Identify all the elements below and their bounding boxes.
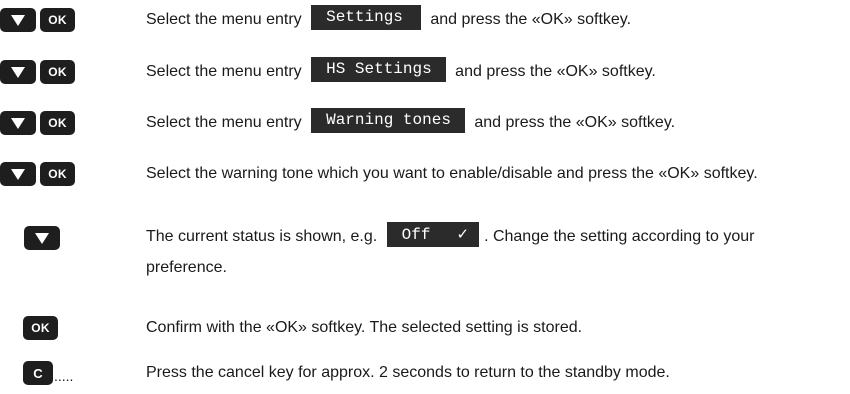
down-arrow-icon bbox=[11, 168, 25, 180]
step-text-after: and press the «OK» softkey. bbox=[474, 114, 676, 131]
down-key[interactable] bbox=[0, 162, 36, 186]
step-text-before: Select the menu entry bbox=[146, 11, 302, 28]
display-setting-value: Off bbox=[401, 226, 431, 245]
step-text: The current status is shown, e.g. Off ✓. … bbox=[146, 221, 836, 283]
display-warning-tones: Warning tones bbox=[311, 108, 465, 134]
step-keys: C ..... bbox=[0, 361, 130, 389]
down-key[interactable] bbox=[0, 111, 36, 135]
step-keys: OK bbox=[0, 8, 130, 36]
ok-key-label: OK bbox=[48, 116, 67, 130]
step-keys: OK bbox=[0, 111, 130, 139]
ok-key[interactable]: OK bbox=[40, 162, 75, 186]
step-keys: OK bbox=[0, 162, 130, 190]
step-text: Confirm with the «OK» softkey. The selec… bbox=[146, 319, 583, 336]
step-text-after: and press the «OK» softkey. bbox=[430, 11, 632, 28]
step-text-before: Select the menu entry bbox=[146, 114, 302, 131]
display-hs-settings: HS Settings bbox=[311, 57, 446, 83]
step-text: Select the warning tone which you want t… bbox=[146, 165, 758, 182]
down-key[interactable] bbox=[0, 8, 36, 32]
step-text: Select the menu entry Settings and press… bbox=[146, 4, 846, 35]
down-arrow-icon bbox=[35, 232, 49, 244]
checkmark-icon: ✓ bbox=[456, 225, 470, 244]
display-setting-off: Off ✓ bbox=[386, 222, 480, 248]
ok-key[interactable]: OK bbox=[23, 316, 58, 340]
step-keys bbox=[0, 226, 130, 254]
step-text-before: The current status is shown, e.g. bbox=[146, 228, 378, 245]
key-hold-dots: ..... bbox=[54, 368, 74, 384]
down-arrow-icon bbox=[11, 117, 25, 129]
down-key[interactable] bbox=[24, 226, 60, 250]
display-settings: Settings bbox=[311, 5, 421, 31]
ok-key[interactable]: OK bbox=[40, 8, 75, 32]
step-text: Select the menu entry Warning tones and … bbox=[146, 107, 846, 138]
ok-key-label: OK bbox=[48, 167, 67, 181]
step-text-after: and press the «OK» softkey. bbox=[455, 63, 656, 80]
cancel-key-label: C bbox=[33, 365, 43, 381]
step-text-before: Select the menu entry bbox=[146, 63, 302, 80]
down-key[interactable] bbox=[0, 60, 36, 84]
ok-key[interactable]: OK bbox=[40, 60, 75, 84]
down-arrow-icon bbox=[11, 14, 25, 26]
down-arrow-icon bbox=[11, 66, 25, 78]
ok-key-label: OK bbox=[31, 321, 50, 335]
step-text: Press the cancel key for approx. 2 secon… bbox=[146, 364, 670, 381]
step-keys: OK bbox=[0, 60, 130, 88]
ok-key-label: OK bbox=[48, 65, 67, 79]
ok-key-label: OK bbox=[48, 13, 67, 27]
step-text: Select the menu entry HS Settings and pr… bbox=[146, 56, 846, 87]
step-keys: OK bbox=[0, 316, 130, 344]
cancel-key[interactable]: C bbox=[23, 361, 53, 385]
ok-key[interactable]: OK bbox=[40, 111, 75, 135]
